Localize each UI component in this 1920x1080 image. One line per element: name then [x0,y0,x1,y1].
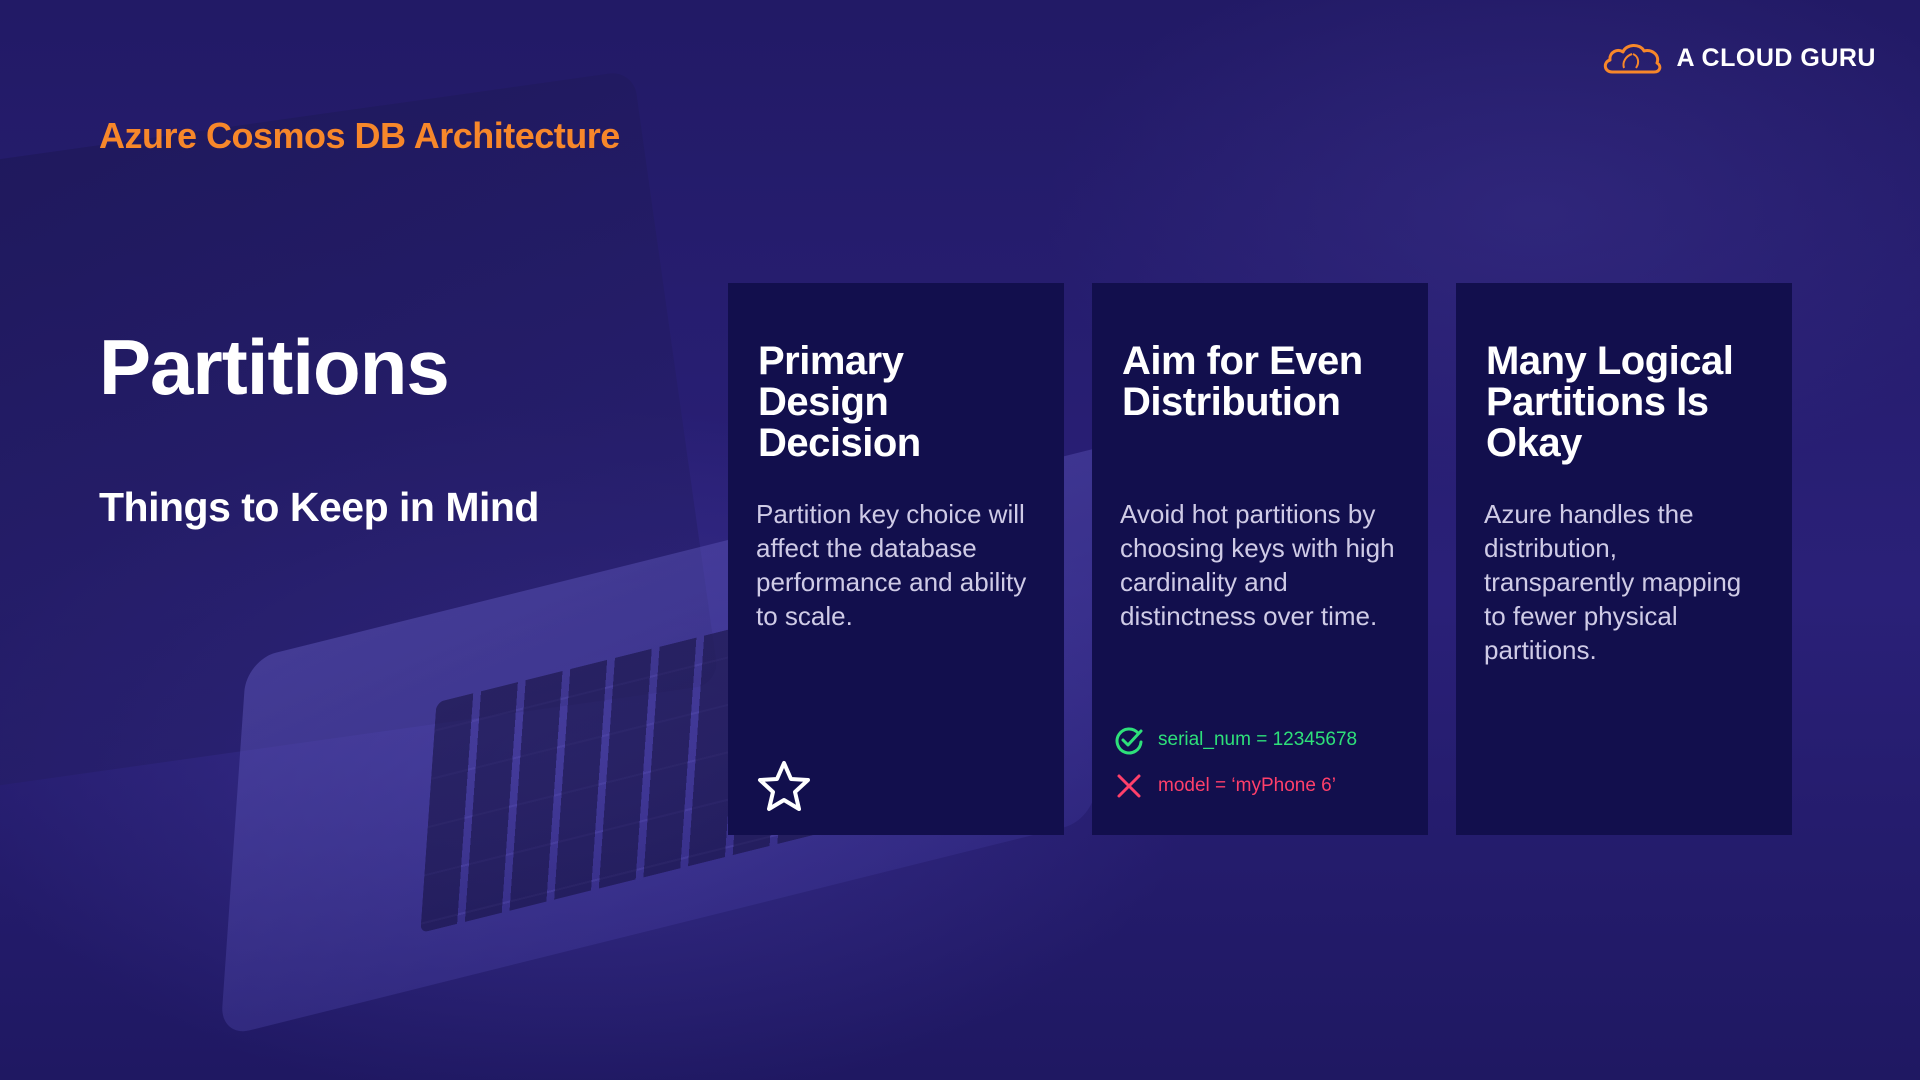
cloud-logo-icon [1604,44,1662,74]
x-icon [1117,774,1141,798]
page-title: Partitions [99,323,450,411]
good-example: serial_num = 12345678 [1114,725,1357,755]
bad-example: model = ‘myPhone 6’ [1114,771,1336,801]
brand-logo: A CLOUD GURU [1600,38,1876,78]
card-title: Primary Design Decision [758,339,921,465]
card-many-logical-partitions: Many Logical Partitions Is Okay Azure ha… [1456,283,1792,835]
card-body: Partition key choice will affect the dat… [756,499,1027,631]
card-primary-design-decision: Primary Design Decision Partition key ch… [728,283,1064,835]
star-icon [758,761,810,811]
card-even-distribution: Aim for Even Distribution Avoid hot part… [1092,283,1428,835]
bad-example-text: model = ‘myPhone 6’ [1158,775,1336,796]
card-body: Avoid hot partitions by choosing keys wi… [1120,499,1395,631]
card-body: Azure handles the distribution, transpar… [1484,499,1742,665]
check-circle-icon [1115,727,1143,755]
good-example-text: serial_num = 12345678 [1158,729,1358,750]
card-title: Many Logical Partitions Is Okay [1486,339,1734,465]
page-subtitle: Things to Keep in Mind [99,484,539,530]
brand-name: A CLOUD GURU [1676,43,1876,72]
section-title: Azure Cosmos DB Architecture [99,115,620,156]
card-title: Aim for Even Distribution [1122,339,1363,424]
